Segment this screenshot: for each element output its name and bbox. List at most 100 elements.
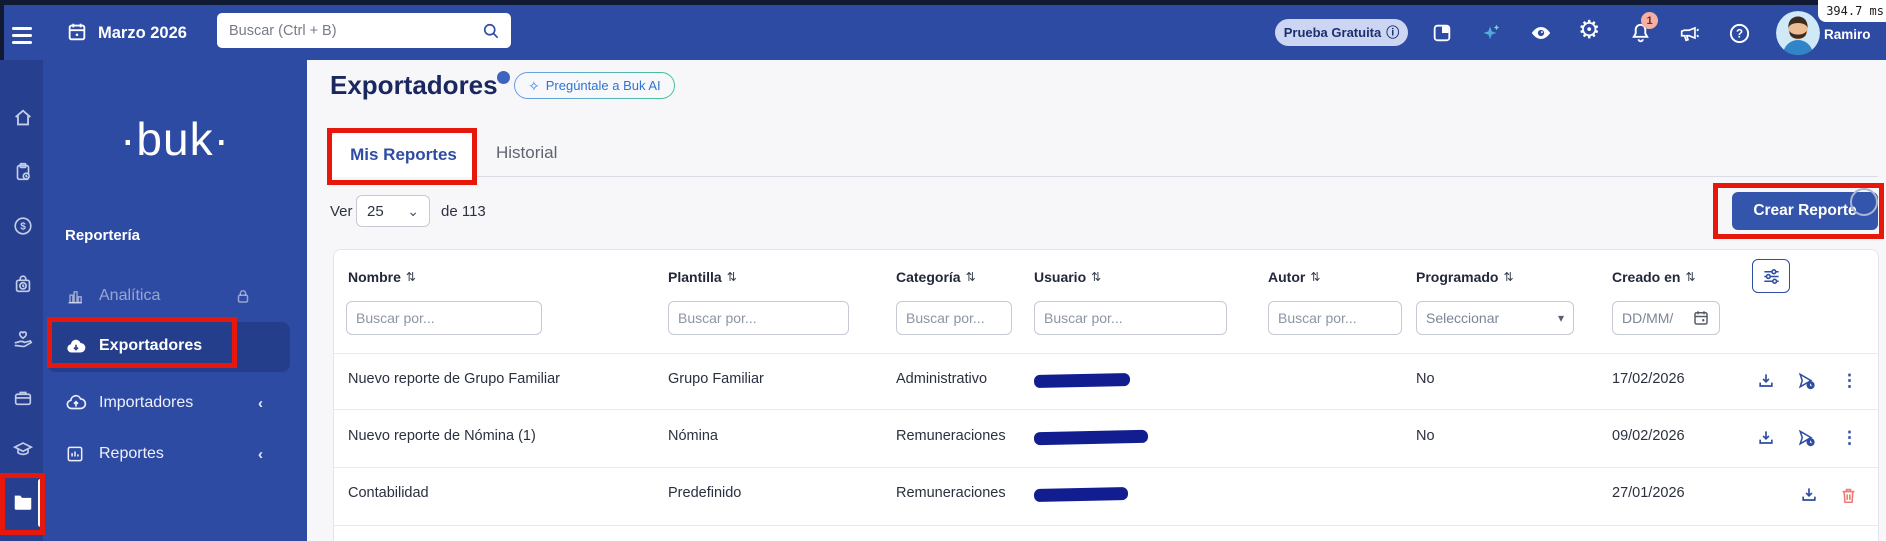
- clipboard-clock-icon[interactable]: [12, 161, 34, 183]
- bag-clock-icon[interactable]: [12, 273, 34, 295]
- date-placeholder: DD/MM/: [1622, 310, 1673, 326]
- cell-plantilla: Grupo Familiar: [668, 371, 764, 387]
- row-divider: [334, 525, 1878, 526]
- download-icon[interactable]: [1755, 370, 1777, 392]
- megaphone-icon[interactable]: [1678, 22, 1700, 44]
- row-divider: [334, 467, 1878, 468]
- redacted-usuario: [1034, 430, 1148, 445]
- search-input[interactable]: [227, 22, 481, 40]
- gear-icon[interactable]: ⚙: [1578, 18, 1600, 43]
- chevron-left-icon[interactable]: ‹: [258, 396, 263, 411]
- delete-icon[interactable]: [1837, 484, 1859, 506]
- row-menu-icon[interactable]: ⋮: [1841, 372, 1858, 389]
- download-icon[interactable]: [1798, 484, 1820, 506]
- cell-creado-en: 09/02/2026: [1612, 428, 1685, 444]
- row-menu-icon[interactable]: ⋮: [1841, 429, 1858, 446]
- info-icon: ⓘ: [1386, 26, 1399, 39]
- filter-nombre-input[interactable]: [346, 301, 542, 335]
- hamburger-menu-icon[interactable]: [12, 27, 32, 44]
- cloud-download-icon: [65, 336, 87, 358]
- sliders-icon: [1762, 267, 1781, 286]
- filter-autor-input[interactable]: [1268, 301, 1402, 335]
- column-header-autor[interactable]: Autor⇅: [1268, 269, 1320, 285]
- ask-buk-ai-button[interactable]: ✧ Pregúntale a Buk AI: [514, 72, 675, 99]
- column-header-plantilla[interactable]: Plantilla⇅: [668, 269, 737, 285]
- svg-text:?: ?: [1736, 29, 1743, 41]
- period-label[interactable]: Marzo 2026: [98, 24, 187, 43]
- sidebar-item-label: Analítica: [99, 287, 160, 305]
- sidebar-item-analitica[interactable]: Analítica: [65, 284, 295, 308]
- benefits-box-icon[interactable]: [12, 386, 34, 408]
- cell-nombre: Contabilidad: [348, 485, 429, 501]
- sidebar-item-reportes[interactable]: Reportes ‹: [65, 442, 295, 466]
- schedule-send-icon[interactable]: [1795, 370, 1817, 392]
- filter-categoria-input[interactable]: [896, 301, 1012, 335]
- tabs-underline: [330, 176, 1878, 177]
- help-icon[interactable]: ?: [1728, 22, 1751, 45]
- column-header-usuario[interactable]: Usuario⇅: [1034, 269, 1101, 285]
- performance-overlay: 394.7 ms: [1818, 0, 1886, 22]
- user-name[interactable]: Ramiro: [1824, 27, 1871, 42]
- tab-historial[interactable]: Historial: [496, 143, 557, 163]
- filter-creado-date-input[interactable]: DD/MM/: [1612, 301, 1720, 335]
- create-report-label: Crear Reporte: [1753, 202, 1856, 220]
- filter-programado-select[interactable]: Seleccionar ▾: [1416, 301, 1574, 335]
- page-size-label: Ver: [330, 203, 353, 220]
- column-header-programado[interactable]: Programado⇅: [1416, 269, 1514, 285]
- search-icon[interactable]: [481, 21, 501, 41]
- sidebar-item-label: Importadores: [99, 394, 193, 412]
- download-icon[interactable]: [1755, 427, 1777, 449]
- row-divider: [334, 353, 1878, 354]
- calendar-small-icon[interactable]: [1692, 309, 1710, 327]
- svg-text:$: $: [20, 222, 26, 233]
- notification-badge: 1: [1641, 12, 1658, 29]
- schedule-send-icon[interactable]: [1795, 427, 1817, 449]
- sort-icon[interactable]: ⇅: [1685, 271, 1695, 283]
- column-header-creado-en[interactable]: Creado en⇅: [1612, 269, 1696, 285]
- trial-badge[interactable]: Prueba Gratuita ⓘ: [1275, 19, 1408, 46]
- cell-nombre: Nuevo reporte de Nómina (1): [348, 428, 536, 444]
- column-header-categoria[interactable]: Categoría⇅: [896, 269, 976, 285]
- sort-icon[interactable]: ⇅: [966, 271, 976, 283]
- sidebar-item-exportadores[interactable]: Exportadores: [47, 322, 290, 372]
- cell-nombre: Nuevo reporte de Grupo Familiar: [348, 371, 560, 387]
- sort-icon[interactable]: ⇅: [1503, 271, 1513, 283]
- cell-categoria: Remuneraciones: [896, 428, 1006, 444]
- reports-table: Nombre⇅ Plantilla⇅ Categoría⇅ Usuario⇅ A…: [333, 249, 1879, 541]
- learning-icon[interactable]: [12, 438, 34, 460]
- filter-usuario-input[interactable]: [1034, 301, 1227, 335]
- filter-plantilla-input[interactable]: [668, 301, 849, 335]
- money-icon[interactable]: $: [12, 215, 34, 237]
- home-icon[interactable]: [12, 107, 34, 129]
- sidebar-rail: [0, 60, 43, 541]
- sidebar-item-importadores[interactable]: Importadores ‹: [65, 391, 295, 415]
- cell-programado: No: [1416, 428, 1435, 444]
- tab-label: Mis Reportes: [350, 145, 457, 165]
- folder-icon[interactable]: [12, 491, 34, 513]
- cell-creado-en: 27/01/2026: [1612, 485, 1685, 501]
- report-chart-icon: [65, 444, 85, 464]
- hand-heart-icon[interactable]: [12, 329, 34, 351]
- sort-icon[interactable]: ⇅: [406, 271, 416, 283]
- sort-icon[interactable]: ⇅: [727, 271, 737, 283]
- eye-icon[interactable]: [1530, 22, 1552, 44]
- trial-badge-label: Prueba Gratuita: [1284, 25, 1382, 40]
- sidebar-item-label: Reportes: [99, 445, 164, 463]
- title-notification-dot: [497, 71, 510, 84]
- tab-mis-reportes[interactable]: Mis Reportes: [330, 131, 477, 177]
- cell-programado: No: [1416, 371, 1435, 387]
- save-icon[interactable]: [1431, 22, 1453, 44]
- column-settings-button[interactable]: [1752, 259, 1790, 293]
- cell-plantilla: Nómina: [668, 428, 718, 444]
- user-avatar[interactable]: [1776, 11, 1820, 55]
- sidebar-section-title: Reportería: [65, 227, 140, 244]
- page-size-select[interactable]: 25 ⌄: [356, 195, 430, 227]
- sort-icon[interactable]: ⇅: [1091, 271, 1101, 283]
- ai-sparkle-icon[interactable]: [1480, 22, 1502, 44]
- cloud-upload-icon: [65, 392, 87, 414]
- column-header-nombre[interactable]: Nombre⇅: [348, 269, 416, 285]
- chevron-left-icon[interactable]: ‹: [258, 447, 263, 462]
- sort-icon[interactable]: ⇅: [1310, 271, 1320, 283]
- page-size-value: 25: [367, 203, 384, 220]
- calendar-icon[interactable]: [66, 21, 88, 43]
